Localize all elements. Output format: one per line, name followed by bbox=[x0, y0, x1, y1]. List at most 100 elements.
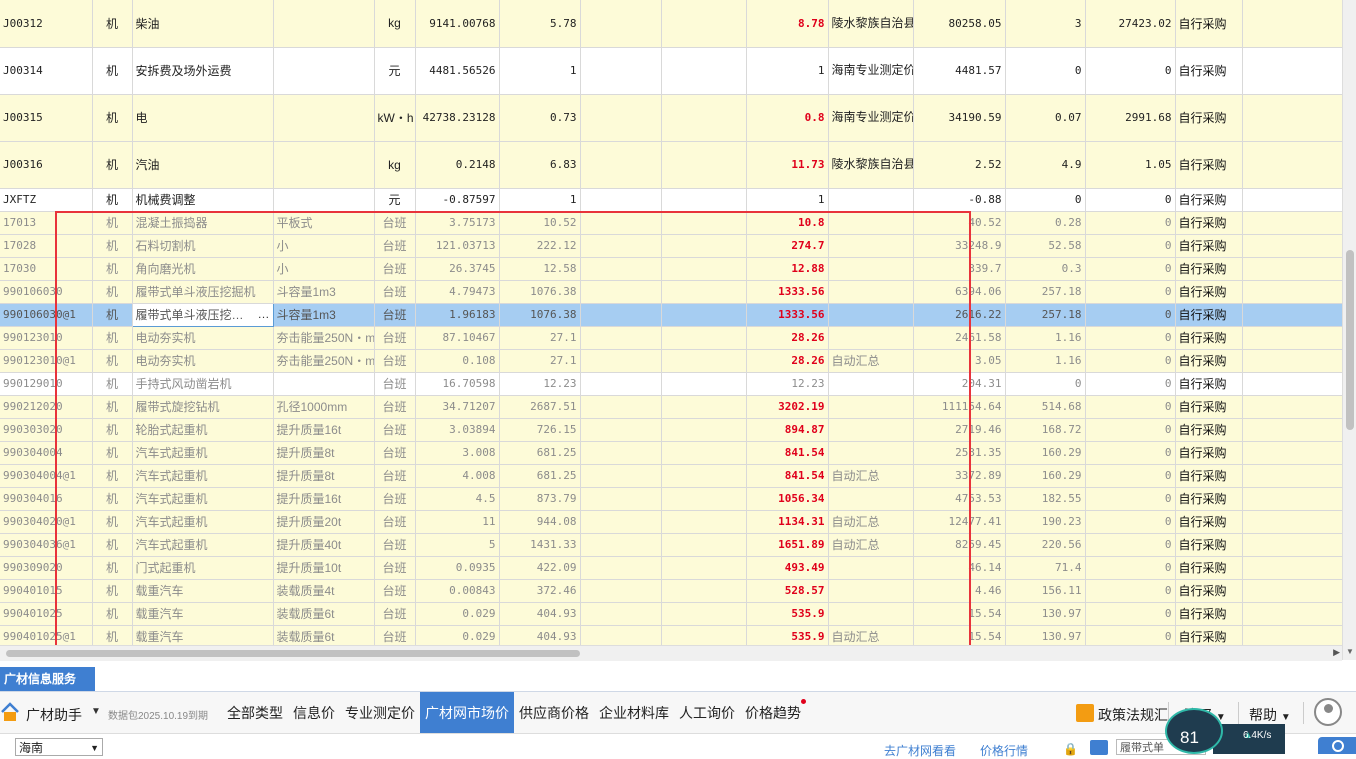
cell-code[interactable]: 17028 bbox=[0, 234, 93, 258]
cell-name[interactable]: 汽车式起重机 bbox=[132, 441, 274, 465]
cell-market-price[interactable]: 12.88 bbox=[746, 257, 829, 281]
cell-diff[interactable]: 514.68 bbox=[1005, 395, 1086, 419]
cell-c8[interactable] bbox=[661, 579, 747, 603]
cell-c8[interactable] bbox=[661, 395, 747, 419]
cell-price-source[interactable]: 自动汇总 bbox=[828, 533, 914, 557]
cell-diff-total[interactable]: 0 bbox=[1085, 418, 1176, 442]
cell-diff-total[interactable]: 1.05 bbox=[1085, 141, 1176, 189]
table-row[interactable]: J00315 机 电 kW・h 42738.23128 0.73 0.8 海南专业测定价(20… bbox=[0, 94, 1342, 142]
cell-diff[interactable]: 156.11 bbox=[1005, 579, 1086, 603]
cell-code[interactable]: 990401025 bbox=[0, 602, 93, 626]
cell-price-source[interactable] bbox=[828, 326, 914, 350]
cell-qty[interactable]: 0.029 bbox=[415, 602, 500, 626]
cell-kind[interactable]: 机 bbox=[92, 47, 133, 95]
cell-base-price[interactable]: 1076.38 bbox=[499, 303, 581, 327]
cell-c8[interactable] bbox=[661, 556, 747, 580]
cell-c8[interactable] bbox=[661, 510, 747, 534]
cell-c7[interactable] bbox=[580, 188, 662, 212]
table-row[interactable]: 990304036@1 机 汽车式起重机 提升质量40t 台班 5 1431.33 1651.… bbox=[0, 533, 1342, 557]
tab-1[interactable]: 信息价 bbox=[288, 692, 340, 734]
cell-total[interactable]: 3.05 bbox=[913, 349, 1006, 373]
user-avatar-icon[interactable] bbox=[1314, 698, 1342, 726]
cell-market-price[interactable]: 535.9 bbox=[746, 602, 829, 626]
cell-base-price[interactable]: 404.93 bbox=[499, 602, 581, 626]
cell-unit[interactable]: kW・h bbox=[374, 94, 416, 142]
cell-total[interactable]: 40.52 bbox=[913, 211, 1006, 235]
cell-kind[interactable]: 机 bbox=[92, 602, 133, 626]
cell-unit[interactable]: kg bbox=[374, 0, 416, 48]
cell-c8[interactable] bbox=[661, 487, 747, 511]
cell-kind[interactable]: 机 bbox=[92, 141, 133, 189]
cell-diff[interactable]: 4.9 bbox=[1005, 141, 1086, 189]
chevron-down-icon[interactable]: ▼ bbox=[91, 706, 101, 717]
cell-name[interactable]: 汽油 bbox=[132, 141, 274, 189]
cell-diff-total[interactable]: 0 bbox=[1085, 533, 1176, 557]
cell-market-price[interactable]: 1056.34 bbox=[746, 487, 829, 511]
cell-supply[interactable]: 自行采购 bbox=[1175, 487, 1243, 511]
cell-kind[interactable]: 机 bbox=[92, 441, 133, 465]
cell-c8[interactable] bbox=[661, 533, 747, 557]
cell-spec[interactable]: 孔径1000mm bbox=[273, 395, 375, 419]
cell-unit[interactable]: 台班 bbox=[374, 257, 416, 281]
cell-price-source[interactable] bbox=[828, 487, 914, 511]
cell-qty[interactable]: 34.71207 bbox=[415, 395, 500, 419]
cell-name[interactable]: 汽车式起重机 bbox=[132, 487, 274, 511]
cell-unit[interactable]: 台班 bbox=[374, 533, 416, 557]
cell-supply[interactable]: 自行采购 bbox=[1175, 464, 1243, 488]
cell-extra[interactable] bbox=[1242, 625, 1342, 645]
cell-spec[interactable] bbox=[273, 47, 375, 95]
cell-qty[interactable]: 0.029 bbox=[415, 625, 500, 645]
cell-kind[interactable]: 机 bbox=[92, 556, 133, 580]
cell-total[interactable]: 4753.53 bbox=[913, 487, 1006, 511]
tab-3[interactable]: 广材网市场价 bbox=[420, 692, 514, 734]
cell-c8[interactable] bbox=[661, 326, 747, 350]
home-logo-icon[interactable] bbox=[0, 700, 20, 724]
cell-supply[interactable]: 自行采购 bbox=[1175, 418, 1243, 442]
cell-total[interactable]: 339.7 bbox=[913, 257, 1006, 281]
cell-kind[interactable]: 机 bbox=[92, 94, 133, 142]
cell-base-price[interactable]: 422.09 bbox=[499, 556, 581, 580]
cell-c7[interactable] bbox=[580, 579, 662, 603]
cell-spec[interactable] bbox=[273, 188, 375, 212]
cell-qty[interactable]: 9141.00768 bbox=[415, 0, 500, 48]
cell-unit[interactable]: kg bbox=[374, 141, 416, 189]
cell-c8[interactable] bbox=[661, 257, 747, 281]
cell-supply[interactable]: 自行采购 bbox=[1175, 625, 1243, 645]
cell-c8[interactable] bbox=[661, 418, 747, 442]
cell-kind[interactable]: 机 bbox=[92, 303, 133, 327]
cell-unit[interactable]: 台班 bbox=[374, 349, 416, 373]
cell-supply[interactable]: 自行采购 bbox=[1175, 47, 1243, 95]
cell-c8[interactable] bbox=[661, 280, 747, 304]
cell-code[interactable]: 17030 bbox=[0, 257, 93, 281]
cell-supply[interactable]: 自行采购 bbox=[1175, 280, 1243, 304]
cell-supply[interactable]: 自行采购 bbox=[1175, 188, 1243, 212]
cell-kind[interactable]: 机 bbox=[92, 211, 133, 235]
cell-market-price[interactable]: 8.78 bbox=[746, 0, 829, 48]
cell-total[interactable]: 15.54 bbox=[913, 602, 1006, 626]
cell-qty[interactable]: 121.03713 bbox=[415, 234, 500, 258]
cell-code[interactable]: 990129010 bbox=[0, 372, 93, 396]
cell-diff-total[interactable]: 0 bbox=[1085, 326, 1176, 350]
cell-diff[interactable]: 0.3 bbox=[1005, 257, 1086, 281]
cell-qty[interactable]: 16.70598 bbox=[415, 372, 500, 396]
cell-diff-total[interactable]: 0 bbox=[1085, 602, 1176, 626]
cell-c7[interactable] bbox=[580, 625, 662, 645]
cell-c7[interactable] bbox=[580, 556, 662, 580]
cell-price-source[interactable] bbox=[828, 441, 914, 465]
cell-code[interactable]: 990106030 bbox=[0, 280, 93, 304]
cell-name[interactable]: 门式起重机 bbox=[132, 556, 274, 580]
cell-c8[interactable] bbox=[661, 47, 747, 95]
cell-unit[interactable]: 台班 bbox=[374, 326, 416, 350]
cell-code[interactable]: J00315 bbox=[0, 94, 93, 142]
cell-price-source[interactable]: 自动汇总 bbox=[828, 464, 914, 488]
cell-unit[interactable]: 台班 bbox=[374, 556, 416, 580]
table-row[interactable]: 17013 机 混凝土振捣器 平板式 台班 3.75173 10.52 10.8 40.52 0.… bbox=[0, 211, 1342, 235]
cell-base-price[interactable]: 873.79 bbox=[499, 487, 581, 511]
cell-diff[interactable]: 190.23 bbox=[1005, 510, 1086, 534]
cell-total[interactable]: 12477.41 bbox=[913, 510, 1006, 534]
cell-diff-total[interactable]: 0 bbox=[1085, 441, 1176, 465]
cell-name[interactable]: 安拆费及场外运费 bbox=[132, 47, 274, 95]
cell-market-price[interactable]: 12.23 bbox=[746, 372, 829, 396]
cell-price-source[interactable] bbox=[828, 257, 914, 281]
cell-unit[interactable]: 台班 bbox=[374, 510, 416, 534]
